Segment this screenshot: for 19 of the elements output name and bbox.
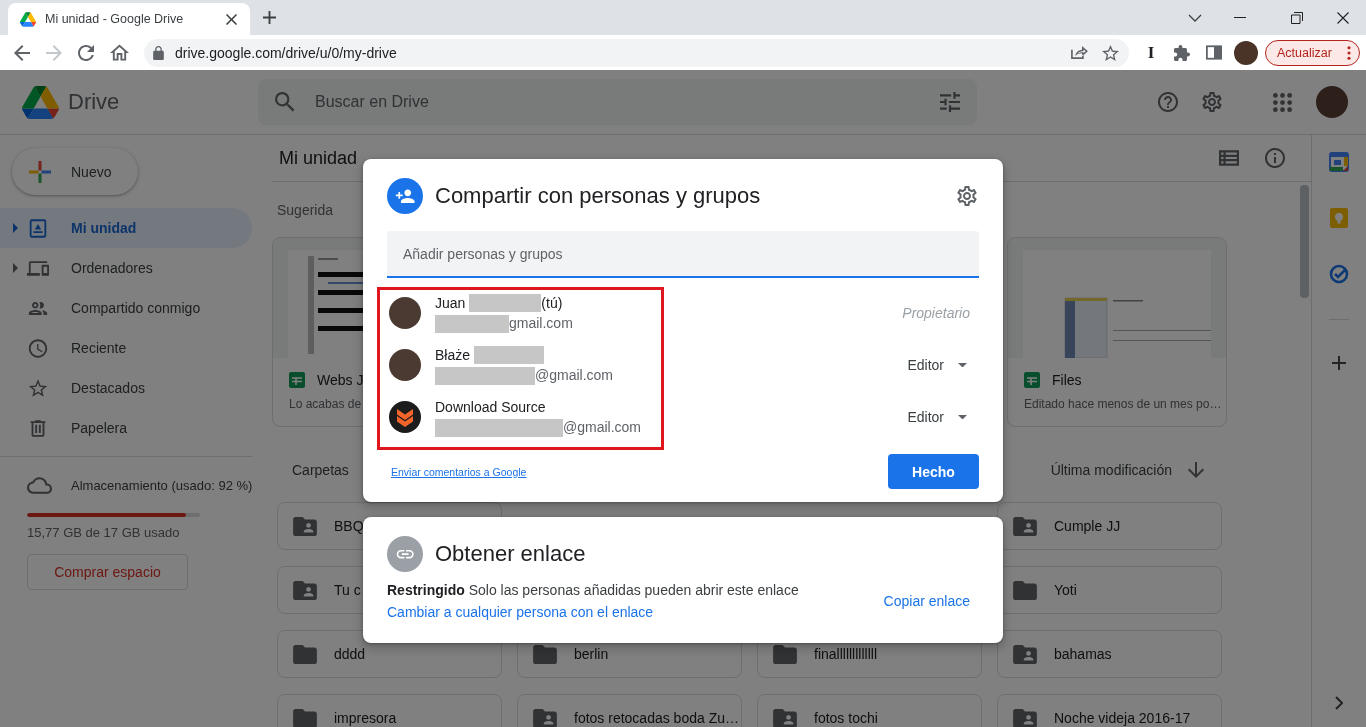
file-name: Webs J (317, 372, 364, 388)
file-meta: Lo acabas de (289, 396, 362, 412)
file-name: Files (1052, 372, 1082, 388)
person-name: Download Source (435, 399, 546, 415)
person-email: gmail.com (509, 315, 573, 331)
person-email: @gmail.com (563, 419, 641, 435)
storage-usage-text: 15,77 GB de 17 GB usado (27, 525, 180, 541)
section-heading: Sugerida (277, 202, 334, 218)
person-name: Błaże (435, 347, 471, 363)
dialog-title: Compartir con personas y grupos (435, 183, 761, 209)
brand-name: Drive (68, 89, 120, 115)
section-heading: Carpetas (292, 462, 349, 478)
access-description: Restringido Solo las personas añadidas pueden abrir este enlace (387, 582, 799, 598)
person-email: @gmail.com (535, 367, 613, 383)
storage-label: Almacenamiento (usado: 92 %) (71, 477, 253, 493)
you-label: (tú) (541, 295, 563, 311)
person-name: Juan (435, 295, 466, 311)
file-meta: Editado hace menos de un mes po… (1024, 396, 1222, 412)
role-label: Propietario (902, 305, 971, 321)
